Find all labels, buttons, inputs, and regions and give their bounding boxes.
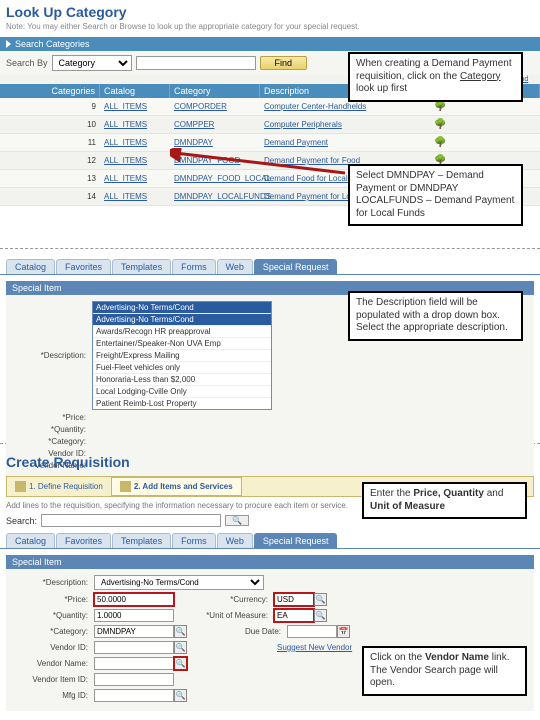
dropdown-option[interactable]: Awards/Recogn HR preapproval — [93, 325, 271, 337]
tab-catalog[interactable]: Catalog — [6, 533, 55, 548]
catalog-link[interactable]: ALL_ITEMS — [104, 156, 147, 165]
tab-favorites[interactable]: Favorites — [56, 533, 111, 548]
callout-description-dropdown: The Description field will be populated … — [348, 291, 523, 341]
currency-label: *Currency: — [184, 595, 274, 604]
vendoritem-input[interactable] — [94, 673, 174, 686]
desc-label: *Description: — [12, 578, 94, 587]
vendorid-lookup-icon[interactable]: 🔍 — [174, 641, 187, 654]
tab-templates[interactable]: Templates — [112, 533, 171, 548]
search-categories-bar: Search Categories — [0, 37, 540, 51]
step2-icon — [120, 481, 131, 492]
description-link[interactable]: Computer Center-Handhelds — [264, 102, 366, 111]
description-dropdown[interactable]: Advertising-No Terms/CondAdvertising-No … — [92, 301, 272, 410]
red-arrow-icon — [170, 148, 350, 178]
mfg-label: Mfg ID: — [12, 691, 94, 700]
vendorid-label2: Vendor ID: — [12, 643, 94, 652]
vendorname-lookup-icon[interactable]: 🔍 — [174, 657, 187, 670]
table-row: 10ALL_ITEMSCOMPPERComputer Peripherals🌳 — [0, 116, 540, 134]
callout-category-lookup: When creating a Demand Payment requisiti… — [348, 52, 523, 102]
price-input[interactable] — [94, 593, 174, 606]
description-link[interactable]: Demand Payment — [264, 138, 328, 147]
description-link[interactable]: Computer Peripherals — [264, 120, 342, 129]
mfg-lookup-icon[interactable]: 🔍 — [174, 689, 187, 702]
dropdown-option[interactable]: Fuel-Fleet vehicles only — [93, 361, 271, 373]
tree-icon[interactable]: 🌳 — [434, 101, 446, 112]
dropdown-option[interactable]: Freight/Express Mailing — [93, 349, 271, 361]
suggest-vendor-link[interactable]: Suggest New Vendor — [277, 643, 352, 652]
cat-lookup-icon[interactable]: 🔍 — [174, 625, 187, 638]
due-input[interactable] — [287, 625, 337, 638]
special-item-header-2: Special Item — [6, 555, 534, 569]
tree-icon[interactable]: 🌳 — [434, 137, 446, 148]
category-link[interactable]: COMPPER — [174, 120, 214, 129]
step-2[interactable]: 2. Add Items and Services — [111, 477, 242, 496]
currency-input[interactable] — [274, 593, 314, 606]
uom-label: *Unit of Measure: — [184, 611, 274, 620]
tabs-row: CatalogFavoritesTemplatesFormsWebSpecial… — [0, 255, 540, 275]
tab-special-request[interactable]: Special Request — [254, 259, 338, 274]
vendorid-input[interactable] — [94, 641, 174, 654]
dropdown-option[interactable]: Advertising-No Terms/Cond — [93, 313, 271, 325]
currency-lookup-icon[interactable]: 🔍 — [314, 593, 327, 606]
catalog-link[interactable]: ALL_ITEMS — [104, 174, 147, 183]
collapse-arrow-icon[interactable] — [6, 40, 11, 48]
category-label: Category: — [12, 437, 92, 446]
dropdown-option[interactable]: Honoraria-Less than $2,000 — [93, 373, 271, 385]
mfg-input[interactable] — [94, 689, 174, 702]
callout-price-qty-uom: Enter the Price, Quantity and Unit of Me… — [362, 482, 527, 519]
due-label: Due Date: — [197, 627, 287, 636]
lookup-note: Note: You may either Search or Browse to… — [0, 20, 540, 37]
catalog-link[interactable]: ALL_ITEMS — [104, 102, 147, 111]
catalog-link[interactable]: ALL_ITEMS — [104, 138, 147, 147]
tab-web[interactable]: Web — [217, 259, 253, 274]
tabs-row-2: CatalogFavoritesTemplatesFormsWebSpecial… — [0, 529, 540, 549]
create-req-title: Create Requisition — [0, 450, 540, 474]
uom-lookup-icon[interactable]: 🔍 — [314, 609, 327, 622]
price-label: Price: — [12, 413, 92, 422]
tab-web[interactable]: Web — [217, 533, 253, 548]
search-by-select[interactable]: Category — [52, 55, 132, 71]
tab-catalog[interactable]: Catalog — [6, 259, 55, 274]
dropdown-option[interactable]: Local Lodging-Cville Only — [93, 385, 271, 397]
search-input[interactable] — [136, 56, 256, 70]
category-link[interactable]: COMPORDER — [174, 102, 227, 111]
cat-input[interactable] — [94, 625, 174, 638]
catalog-link[interactable]: ALL_ITEMS — [104, 120, 147, 129]
price-label2: *Price: — [12, 595, 94, 604]
qty-input[interactable] — [94, 609, 174, 622]
vendorname-input[interactable] — [94, 657, 174, 670]
vendoritem-label: Vendor Item ID: — [12, 675, 94, 684]
cat-label2: *Category: — [12, 627, 94, 636]
vendorname-label2: Vendor Name: — [12, 659, 94, 668]
calendar-icon[interactable]: 📅 — [337, 625, 350, 638]
catalog-link[interactable]: ALL_ITEMS — [104, 192, 147, 201]
categories-header: Categories — [0, 84, 100, 98]
tab-templates[interactable]: Templates — [112, 259, 171, 274]
search-label: Search: — [6, 516, 37, 526]
tab-favorites[interactable]: Favorites — [56, 259, 111, 274]
tab-forms[interactable]: Forms — [172, 259, 216, 274]
tab-special-request[interactable]: Special Request — [254, 533, 338, 548]
description-label: Description: — [12, 351, 92, 360]
req-search-input[interactable] — [41, 514, 221, 527]
uom-input[interactable] — [274, 609, 314, 622]
step1-icon — [15, 481, 26, 492]
tree-icon[interactable]: 🌳 — [434, 119, 446, 130]
category-link[interactable]: DMNDPAY — [174, 138, 213, 147]
dropdown-option[interactable]: Entertainer/Speaker-Non UVA Emp — [93, 337, 271, 349]
quantity-label: Quantity: — [12, 425, 92, 434]
find-button[interactable]: Find — [260, 56, 308, 70]
desc-select[interactable]: Advertising-No Terms/Cond — [94, 575, 264, 590]
tab-forms[interactable]: Forms — [172, 533, 216, 548]
category-link[interactable]: DMNDPAY_LOCALFUNDS — [174, 192, 271, 201]
callout-select-dmndpay: Select DMNDPAY – Demand Payment or DMNDP… — [348, 164, 523, 226]
req-search-button[interactable]: 🔍 — [225, 515, 249, 526]
search-by-label: Search By — [6, 58, 48, 68]
lookup-title: Look Up Category — [0, 0, 540, 20]
qty-label2: *Quantity: — [12, 611, 94, 620]
callout-vendor-name: Click on the Vendor Name link. The Vendo… — [362, 646, 527, 696]
dropdown-option[interactable]: Patient Reimb-Lost Property — [93, 397, 271, 409]
step-1[interactable]: 1. Define Requisition — [7, 477, 111, 496]
